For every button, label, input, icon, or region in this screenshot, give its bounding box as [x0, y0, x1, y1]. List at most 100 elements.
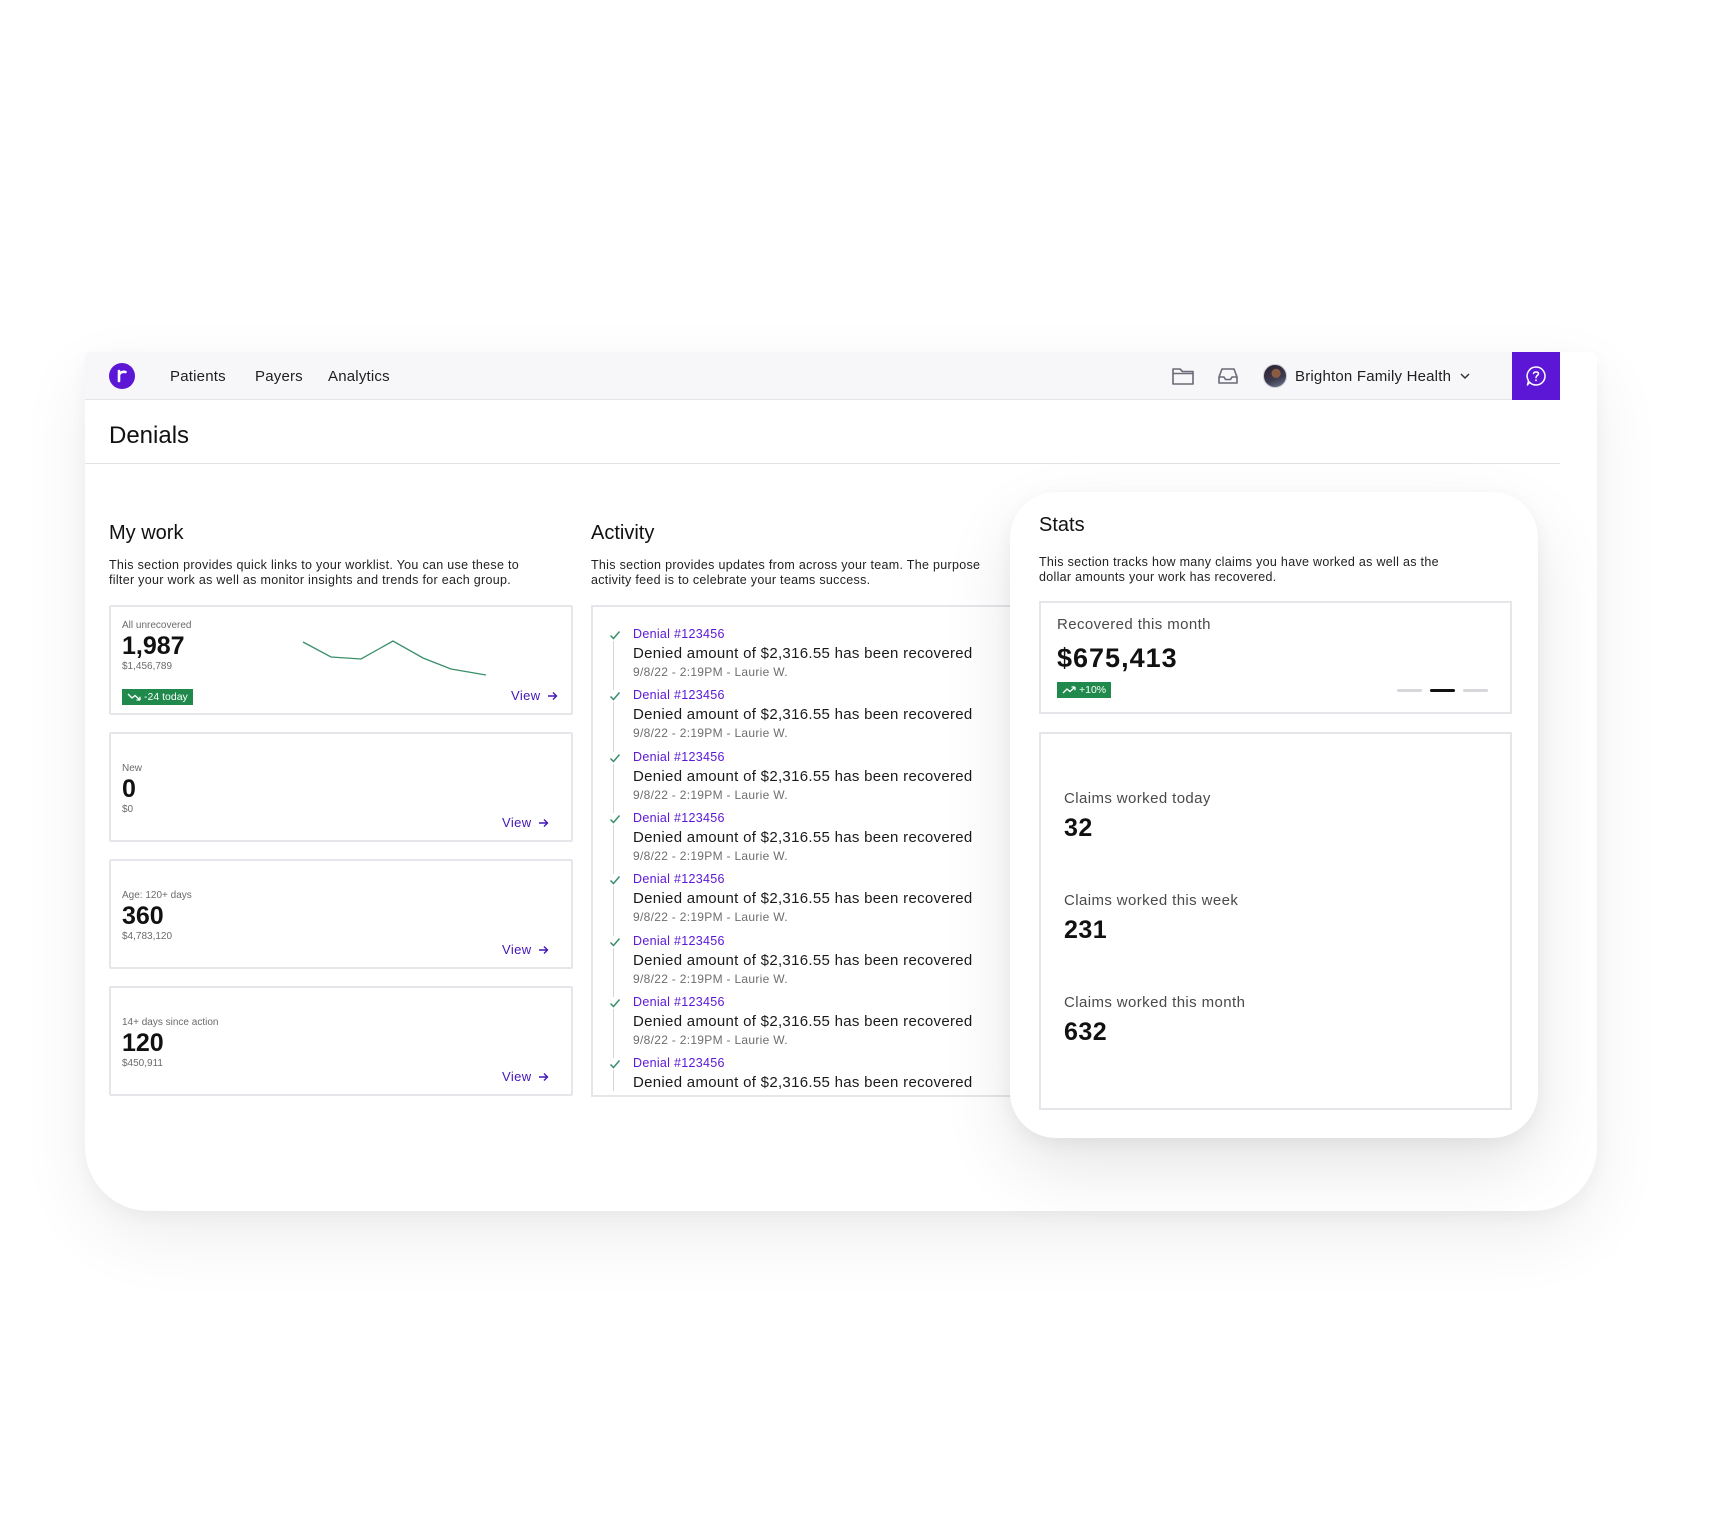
folder-icon[interactable] — [1170, 364, 1196, 388]
nav-link-patients[interactable]: Patients — [170, 368, 226, 385]
card-label: All unrecovered — [122, 620, 192, 631]
activity-text: Denied amount of $2,316.55 has been reco… — [633, 1074, 973, 1092]
nav-link-payers[interactable]: Payers — [255, 368, 303, 385]
checkmark-icon — [609, 812, 621, 825]
card-value: 0 — [122, 775, 136, 803]
checkmark-icon — [609, 1058, 621, 1071]
top-navbar: Patients Payers Analytics Brighton Famil… — [85, 352, 1560, 400]
avatar — [1263, 364, 1287, 388]
activity-item[interactable]: Denial #123456 Denied amount of $2,316.55… — [593, 627, 1071, 688]
checkmark-icon — [609, 996, 621, 1009]
denial-id-link[interactable]: Denial #123456 — [633, 627, 725, 641]
view-link[interactable]: View — [511, 688, 558, 703]
activity-item[interactable]: Denial #123456 Denied amount of $2,316.55… — [593, 872, 1071, 933]
carousel-dot[interactable] — [1397, 689, 1422, 692]
checkmark-icon — [609, 751, 621, 764]
checkmark-icon — [609, 874, 621, 887]
card-amount: $1,456,789 — [122, 661, 173, 672]
denial-id-link[interactable]: Denial #123456 — [633, 995, 725, 1009]
activity-title: Activity — [591, 522, 655, 544]
worklist-card-new[interactable]: New 0 $0 View — [109, 732, 573, 842]
activity-meta: 9/8/22 - 2:19PM - Laurie W. — [633, 848, 788, 863]
activity-text: Denied amount of $2,316.55 has been reco… — [633, 1012, 973, 1030]
denial-id-link[interactable]: Denial #123456 — [633, 934, 725, 948]
activity-item[interactable]: Denial #123456 Denied amount of $2,316.55… — [593, 750, 1071, 811]
my-work-description-line1: This section provides quick links to you… — [109, 558, 519, 572]
activity-text: Denied amount of $2,316.55 has been reco… — [633, 890, 973, 908]
view-link[interactable]: View — [502, 815, 549, 830]
activity-item[interactable]: Denial #123456 Denied amount of $2,316.55… — [593, 811, 1071, 872]
worklist-card-14-days[interactable]: 14+ days since action 120 $450,911 View — [109, 986, 573, 1096]
page-header: Denials — [85, 400, 1560, 464]
stats-description: This section tracks how many claims you … — [1039, 555, 1439, 584]
checkmark-icon — [609, 935, 621, 948]
activity-text: Denied amount of $2,316.55 has been reco… — [633, 951, 973, 969]
view-link-label: View — [502, 1069, 532, 1084]
page-title: Denials — [109, 422, 190, 449]
worklist-card-all-unrecovered[interactable]: All unrecovered 1,987 $1,456,789 -24 tod… — [109, 605, 573, 715]
checkmark-icon — [609, 629, 621, 641]
activity-meta: 9/8/22 - 2:19PM - Laurie W. — [633, 1032, 788, 1047]
help-button[interactable] — [1512, 352, 1560, 400]
claims-week-label: Claims worked this week — [1064, 892, 1239, 909]
stats-panel: Stats This section tracks how many claim… — [1010, 492, 1538, 1138]
checkmark-icon — [609, 690, 621, 703]
denial-id-link[interactable]: Denial #123456 — [633, 872, 725, 886]
my-work-description-line2: filter your work as well as monitor insi… — [109, 572, 512, 587]
nav-link-analytics[interactable]: Analytics — [328, 368, 390, 385]
trend-up-badge: +10% — [1057, 682, 1112, 698]
org-name: Brighton Family Health — [1295, 367, 1452, 385]
activity-text: Denied amount of $2,316.55 has been reco… — [633, 767, 973, 785]
arrow-right-icon — [547, 691, 558, 700]
carousel-dot[interactable] — [1463, 689, 1488, 692]
denial-id-link[interactable]: Denial #123456 — [633, 1056, 725, 1070]
claims-today-label: Claims worked today — [1064, 790, 1211, 807]
denial-id-link[interactable]: Denial #123456 — [633, 688, 725, 702]
inbox-icon[interactable] — [1215, 364, 1241, 388]
claims-month-value: 632 — [1064, 1018, 1108, 1046]
denial-id-link[interactable]: Denial #123456 — [633, 750, 725, 764]
activity-item[interactable]: Denial #123456 Denied amount of $2,316.55… — [593, 688, 1071, 749]
view-link[interactable]: View — [502, 1069, 549, 1084]
view-link-label: View — [511, 688, 541, 703]
activity-item[interactable]: Denial #123456 Denied amount of $2,316.55… — [593, 934, 1071, 995]
claims-week-value: 231 — [1064, 916, 1108, 944]
card-amount: $450,911 — [122, 1058, 163, 1069]
my-work-description: This section provides quick links to you… — [109, 558, 519, 587]
trend-badge-text: -24 today — [144, 691, 188, 703]
activity-text: Denied amount of $2,316.55 has been reco… — [633, 828, 973, 846]
stats-description-line1: This section tracks how many claims you … — [1039, 555, 1439, 569]
logo-glyph-icon — [117, 369, 127, 383]
denial-id-link[interactable]: Denial #123456 — [633, 811, 725, 825]
activity-meta: 9/8/22 - 2:19PM - Laurie W. — [633, 665, 788, 679]
sparkline-chart — [302, 640, 487, 676]
worklist-card-age-120[interactable]: Age: 120+ days 360 $4,783,120 View — [109, 859, 573, 969]
activity-item[interactable]: Denial #123456 Denied amount of $2,316.55… — [593, 1056, 1071, 1095]
trend-down-icon — [127, 693, 141, 701]
claims-today-value: 32 — [1064, 814, 1093, 842]
trend-up-icon — [1062, 686, 1076, 694]
arrow-right-icon — [538, 818, 549, 827]
recovered-card: Recovered this month $675,413 +10% — [1039, 601, 1512, 714]
activity-text: Denied amount of $2,316.55 has been reco… — [633, 706, 973, 724]
trend-badge-text: +10% — [1079, 684, 1107, 696]
carousel-dot-active[interactable] — [1430, 689, 1455, 692]
activity-meta: 9/8/22 - 2:19PM - Laurie W. — [633, 910, 788, 925]
claims-card: Claims worked today 32 Claims worked thi… — [1039, 732, 1512, 1110]
trend-down-badge: -24 today — [122, 689, 193, 705]
help-icon — [1526, 366, 1546, 386]
view-link[interactable]: View — [502, 942, 549, 957]
activity-item[interactable]: Denial #123456 Denied amount of $2,316.55… — [593, 995, 1071, 1056]
claims-month-label: Claims worked this month — [1064, 994, 1246, 1011]
arrow-right-icon — [538, 945, 549, 954]
card-value: 360 — [122, 902, 164, 930]
card-amount: $4,783,120 — [122, 931, 173, 942]
org-switcher[interactable]: Brighton Family Health — [1263, 364, 1471, 388]
carousel-indicator — [1397, 689, 1488, 692]
stats-title: Stats — [1039, 514, 1085, 536]
activity-text: Denied amount of $2,316.55 has been reco… — [633, 645, 973, 662]
activity-feed[interactable]: Denial #123456 Denied amount of $2,316.55… — [591, 605, 1071, 1097]
recovered-value: $675,413 — [1057, 643, 1178, 673]
stats-description-line2: dollar amounts your work has recovered. — [1039, 569, 1277, 584]
brand-logo[interactable] — [109, 363, 135, 389]
